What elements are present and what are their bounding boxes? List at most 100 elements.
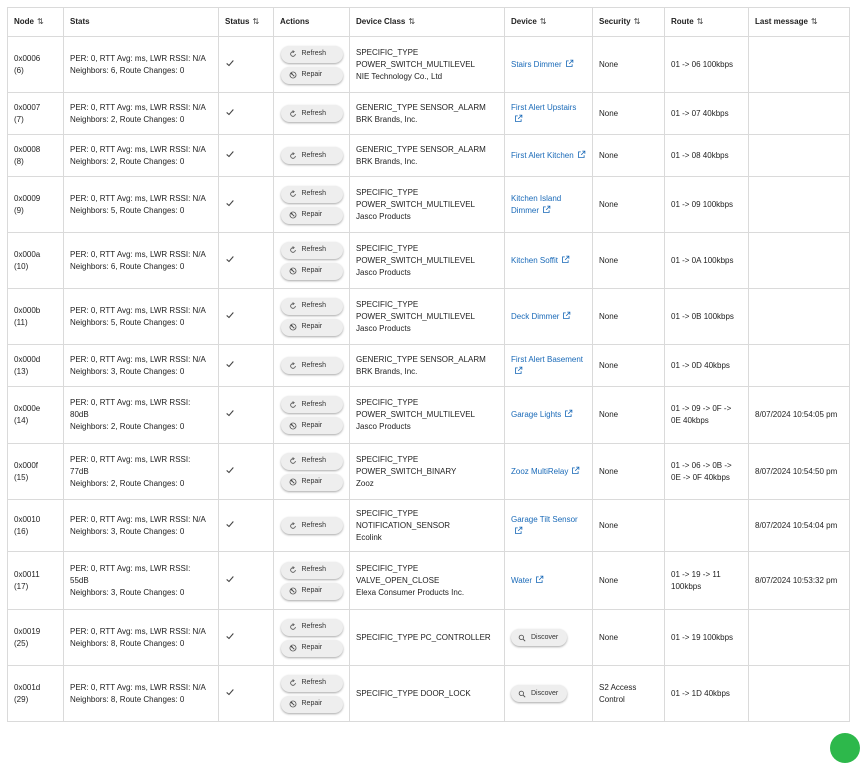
refresh-button[interactable]: Refresh: [280, 561, 343, 579]
discover-button[interactable]: Discover: [511, 629, 567, 646]
route: 01 -> 1D 40kbps: [671, 688, 730, 698]
column-header-route[interactable]: Route ⇅: [664, 7, 749, 37]
route-cell: 01 -> 0B 100kbps: [664, 288, 749, 345]
repair-button[interactable]: Repair: [280, 582, 343, 600]
sort-icon[interactable]: ⇅: [37, 17, 44, 26]
device-cell: Garage Lights: [504, 386, 593, 444]
sort-icon[interactable]: ⇅: [540, 17, 547, 26]
discover-button[interactable]: Discover: [511, 685, 567, 702]
device-name: Garage Lights: [511, 410, 562, 419]
external-link-icon[interactable]: [562, 59, 574, 69]
node-stats: PER: 0, RTT Avg: ms, LWR RSSI: N/A Neigh…: [70, 682, 206, 704]
external-link-icon[interactable]: [511, 366, 523, 376]
external-link-icon[interactable]: [568, 466, 580, 476]
device-class: SPECIFIC_TYPE PC_CONTROLLER: [356, 632, 491, 642]
node-stats: PER: 0, RTT Avg: ms, LWR RSSI: N/A Neigh…: [70, 193, 206, 215]
last-message-cell: [748, 176, 850, 233]
external-link-icon[interactable]: [539, 205, 551, 215]
table-body: 0x0006 (6) PER: 0, RTT Avg: ms, LWR RSSI:…: [7, 36, 850, 722]
route: 01 -> 06 -> 0B -> 0E -> 0F 40kbps: [671, 460, 732, 482]
route-cell: 01 -> 1D 40kbps: [664, 665, 749, 722]
actions-cell: Refresh Repair: [273, 551, 350, 610]
repair-button-label: Repair: [301, 587, 323, 594]
external-link-icon[interactable]: [532, 575, 544, 585]
external-link-icon[interactable]: [561, 409, 573, 419]
table-row: 0x0019 (25) PER: 0, RTT Avg: ms, LWR RSSI…: [7, 609, 850, 666]
refresh-button[interactable]: Refresh: [280, 452, 343, 470]
device-name: First Alert Kitchen: [511, 150, 574, 160]
device-class: SPECIFIC_TYPE POWER_SWITCH_MULTILEVEL Ja…: [356, 398, 475, 431]
repair-button[interactable]: Repair: [280, 206, 343, 224]
refresh-button[interactable]: Refresh: [280, 45, 343, 63]
security-cell: None: [592, 499, 665, 552]
device-link[interactable]: Deck Dimmer: [511, 311, 571, 321]
node-id: 0x001d (29): [14, 682, 41, 704]
repair-button[interactable]: Repair: [280, 695, 343, 713]
external-link-icon[interactable]: [559, 311, 571, 321]
refresh-button[interactable]: Refresh: [280, 297, 343, 315]
security: None: [599, 520, 619, 530]
repair-button[interactable]: Repair: [280, 639, 343, 657]
node-id-cell: 0x001d (29): [7, 665, 64, 722]
device-link[interactable]: Stairs Dimmer: [511, 59, 574, 69]
column-header-device-class[interactable]: Device Class ⇅: [349, 7, 505, 37]
device-link[interactable]: Garage Tilt Sensor: [511, 515, 578, 536]
column-header-node[interactable]: Node ⇅: [7, 7, 64, 37]
external-link-icon[interactable]: [574, 150, 586, 160]
last-message-cell: 8/07/2024 10:54:05 pm: [748, 386, 850, 444]
repair-button[interactable]: Repair: [280, 417, 343, 434]
device-name: First Alert Upstairs: [511, 102, 577, 112]
device-link[interactable]: Kitchen Island Dimmer: [511, 194, 561, 215]
column-header-status[interactable]: Status ⇅: [218, 7, 274, 37]
external-link-icon[interactable]: [511, 526, 523, 536]
floating-action-button[interactable]: [830, 733, 860, 763]
route-cell: 01 -> 19 100kbps: [664, 609, 749, 666]
column-header-device[interactable]: Device ⇅: [504, 7, 593, 37]
repair-button[interactable]: Repair: [280, 66, 343, 84]
device-class: GENERIC_TYPE SENSOR_ALARM BRK Brands, In…: [356, 354, 486, 376]
device-link[interactable]: First Alert Basement: [511, 355, 583, 376]
sort-icon[interactable]: ⇅: [697, 17, 704, 26]
refresh-button[interactable]: Refresh: [280, 396, 343, 413]
repair-button[interactable]: Repair: [280, 262, 343, 280]
sort-icon[interactable]: ⇅: [408, 17, 415, 26]
device-link[interactable]: First Alert Kitchen: [511, 150, 586, 160]
refresh-button[interactable]: Refresh: [280, 618, 343, 636]
stats-cell: PER: 0, RTT Avg: ms, LWR RSSI: N/A Neigh…: [63, 232, 219, 289]
column-header-last-message[interactable]: Last message ⇅: [748, 7, 850, 37]
refresh-button[interactable]: Refresh: [280, 185, 343, 203]
status-cell: [218, 176, 274, 233]
repair-button[interactable]: Repair: [280, 473, 343, 491]
refresh-button[interactable]: Refresh: [280, 241, 343, 259]
repair-button[interactable]: Repair: [280, 318, 343, 336]
refresh-button[interactable]: Refresh: [280, 357, 343, 374]
table-row: 0x000d (13) PER: 0, RTT Avg: ms, LWR RSSI…: [7, 344, 850, 387]
device-link[interactable]: Kitchen Soffit: [511, 255, 570, 265]
device-link[interactable]: First Alert Upstairs: [511, 103, 576, 124]
node-id: 0x0019 (25): [14, 626, 41, 648]
external-link-icon[interactable]: [558, 255, 570, 265]
route: 01 -> 07 40kbps: [671, 108, 729, 118]
status-cell: [218, 609, 274, 666]
device-link[interactable]: Garage Lights: [511, 409, 573, 419]
refresh-button[interactable]: Refresh: [280, 105, 343, 122]
repair-button-label: Repair: [301, 421, 323, 429]
refresh-button[interactable]: Refresh: [280, 517, 343, 534]
column-header-security[interactable]: Security ⇅: [592, 7, 665, 37]
device-link[interactable]: Zooz MultiRelay: [511, 466, 580, 476]
refresh-button[interactable]: Refresh: [280, 147, 343, 164]
device-link[interactable]: Water: [511, 575, 544, 585]
device-cell: First Alert Basement: [504, 344, 593, 387]
sort-icon[interactable]: ⇅: [811, 17, 818, 26]
actions-cell: Refresh Repair: [273, 36, 350, 93]
node-id-cell: 0x000d (13): [7, 344, 64, 387]
external-link-icon[interactable]: [511, 114, 523, 124]
sort-icon[interactable]: ⇅: [634, 17, 641, 26]
repair-button-label: Repair: [301, 211, 323, 218]
route-cell: 01 -> 0A 100kbps: [664, 232, 749, 289]
refresh-button[interactable]: Refresh: [280, 674, 343, 692]
sort-icon[interactable]: ⇅: [252, 17, 259, 26]
device-class: SPECIFIC_TYPE VALVE_OPEN_CLOSE Elexa Con…: [356, 563, 465, 597]
route: 01 -> 08 40kbps: [671, 150, 729, 160]
device-class: SPECIFIC_TYPE POWER_SWITCH_BINARY Zooz: [356, 454, 457, 488]
